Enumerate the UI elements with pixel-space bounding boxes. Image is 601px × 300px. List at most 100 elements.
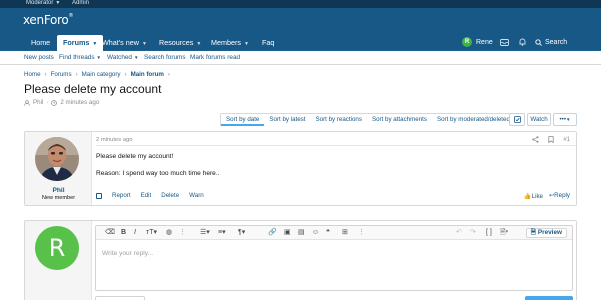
subnav-watched[interactable]: Watched ▼ [107, 54, 138, 61]
dot-separator: · [46, 99, 49, 106]
subnav-mark-forums-read[interactable]: Mark forums read [190, 54, 240, 61]
reply-button[interactable]: ↩Reply [549, 192, 570, 200]
nav-tab-whats-new[interactable]: What's new ▼ [102, 35, 147, 51]
post: Phil New member 2 minutes ago #1 Please … [24, 131, 577, 206]
media-icon[interactable]: ▤ [298, 229, 305, 237]
warn-link[interactable]: Warn [189, 192, 204, 199]
report-link[interactable]: Report [112, 192, 131, 199]
image-icon[interactable]: ▣ [284, 229, 291, 237]
select-post-checkbox[interactable] [96, 192, 102, 199]
watch-button[interactable]: Watch [527, 113, 551, 126]
post-reply-button[interactable] [525, 296, 573, 300]
align-icon[interactable]: ≡▾ [218, 229, 226, 237]
edit-link[interactable]: Edit [141, 192, 152, 199]
like-label: Like [531, 193, 543, 200]
avatar[interactable] [35, 137, 79, 181]
attach-files-button[interactable] [95, 296, 145, 300]
sub-nav: New posts Find threads ▼ Watched ▼ Search … [0, 51, 601, 65]
sort-by-reactions[interactable]: Sort by reactions [311, 114, 367, 126]
italic-icon[interactable]: I [134, 229, 136, 237]
account-menu[interactable]: R Rene [462, 35, 493, 49]
preview-button[interactable]: 🗎 Preview [525, 228, 567, 238]
more-options-button[interactable]: •••▼ [553, 113, 577, 126]
post-actions: Report Edit Delete Warn [96, 192, 204, 199]
chevron-right-icon: › [167, 71, 170, 78]
chevron-down-icon: ▼ [96, 55, 101, 60]
thread-author[interactable]: Phil [33, 99, 43, 106]
post-number[interactable]: #1 [563, 137, 570, 143]
post-content: Please delete my account! Reason: I spen… [96, 153, 220, 178]
font-size-icon[interactable]: тT▾ [146, 229, 157, 237]
nav-tab-forums-label: Forums [63, 38, 90, 47]
post-date[interactable]: 2 minutes ago [96, 137, 132, 143]
toggle-bbcode-icon[interactable]: [ ] [486, 229, 492, 237]
post-text-line: Reason: I spend way too much time here.. [96, 170, 220, 177]
bookmark-icon[interactable] [548, 136, 554, 143]
avatar: R [35, 226, 79, 270]
delete-link[interactable]: Delete [161, 192, 179, 199]
nav-tab-home[interactable]: Home [31, 35, 50, 51]
checkbox-icon [513, 116, 521, 123]
smilie-icon[interactable]: ☺ [312, 229, 319, 237]
breadcrumb-home[interactable]: Home [24, 71, 41, 78]
breadcrumb-forums[interactable]: Forums [51, 71, 72, 78]
chevron-down-icon: ▼ [196, 41, 202, 47]
sort-by-date[interactable]: Sort by date [221, 114, 265, 126]
redo-icon[interactable]: ↷ [470, 229, 476, 237]
logo-mark: ® [68, 13, 74, 19]
subnav-search-forums[interactable]: Search forums [144, 54, 186, 61]
search-label: Search [545, 38, 568, 46]
link-icon[interactable]: 🔗 [268, 229, 277, 237]
nav-tab-members[interactable]: Members ▼ [211, 35, 249, 51]
bold-icon[interactable]: B [121, 229, 126, 237]
admin-link[interactable]: Admin [72, 0, 89, 7]
sort-tabs: Sort by date Sort by latest Sort by reac… [220, 113, 516, 126]
sort-by-moderated-deleted[interactable]: Sort by moderated/deleted [432, 114, 515, 126]
undo-icon[interactable]: ↶ [456, 229, 462, 237]
nav-tab-members-label: Members [211, 38, 241, 47]
nav-tab-resources-label: Resources [159, 38, 194, 47]
site-header: xenForo® [0, 8, 601, 32]
paragraph-icon[interactable]: ¶▾ [238, 229, 245, 237]
thread-time[interactable]: 2 minutes ago [60, 99, 99, 106]
search-icon [535, 38, 542, 46]
share-icon[interactable] [532, 136, 539, 143]
moderator-menu[interactable]: Moderator ▼ [26, 0, 60, 7]
site-logo[interactable]: xenForo® [23, 13, 73, 27]
like-button[interactable]: 👍Like [524, 192, 543, 200]
more-insert-icon[interactable]: ⋮ [358, 229, 365, 237]
reply-editor[interactable]: ⌫ B I тT▾ ◍ ⋮ ☰▾ ≡▾ ¶▾ 🔗 ▣ ▤ ☺ ❝ ⊞ ⋮ ↶ ↷… [95, 225, 573, 291]
palette-icon[interactable]: ◍ [166, 229, 172, 237]
sort-by-attachments[interactable]: Sort by attachments [367, 114, 432, 126]
table-icon[interactable]: ⊞ [342, 229, 348, 237]
nav-tab-forums[interactable]: Forums ▼ [57, 35, 104, 51]
post-user-title: New member [41, 195, 76, 201]
main-nav: Home Forums ▼ What's new ▼ Resources ▼ Memb… [0, 32, 601, 51]
quick-reply: R ⌫ B I тT▾ ◍ ⋮ ☰▾ ≡▾ ¶▾ 🔗 ▣ ▤ ☺ ❝ ⊞ ⋮ ↶… [24, 220, 577, 300]
chevron-down-icon: ▼ [566, 117, 571, 122]
subnav-find-threads[interactable]: Find threads ▼ [59, 54, 101, 61]
page-title: Please delete my account [24, 82, 162, 96]
thread-meta: Phil · 2 minutes ago [24, 99, 99, 106]
reply-label: Reply [554, 192, 570, 199]
drafts-icon[interactable]: 🗎▾ [500, 229, 508, 237]
select-checkbox-button[interactable] [509, 113, 525, 126]
post-username[interactable]: Phil [25, 187, 92, 194]
breadcrumb-main-forum[interactable]: Main forum [131, 71, 164, 78]
sort-by-latest[interactable]: Sort by latest [264, 114, 310, 126]
eraser-icon[interactable]: ⌫ [105, 229, 115, 237]
staff-bar: Moderator ▼ Admin [0, 0, 601, 8]
breadcrumb-main-category[interactable]: Main category [82, 71, 121, 78]
more-format-icon[interactable]: ⋮ [179, 229, 186, 237]
quote-icon[interactable]: ❝ [326, 229, 330, 237]
preview-label: Preview [537, 229, 562, 236]
list-icon[interactable]: ☰▾ [200, 229, 210, 237]
search-button[interactable]: Search [535, 35, 579, 49]
subnav-new-posts[interactable]: New posts [24, 54, 54, 61]
post-reactions: 👍Like ↩Reply [524, 192, 570, 200]
inbox-icon[interactable] [500, 35, 509, 49]
nav-tab-resources[interactable]: Resources ▼ [159, 35, 201, 51]
nav-tab-faq[interactable]: Faq [262, 35, 274, 51]
bell-icon[interactable] [519, 35, 526, 49]
